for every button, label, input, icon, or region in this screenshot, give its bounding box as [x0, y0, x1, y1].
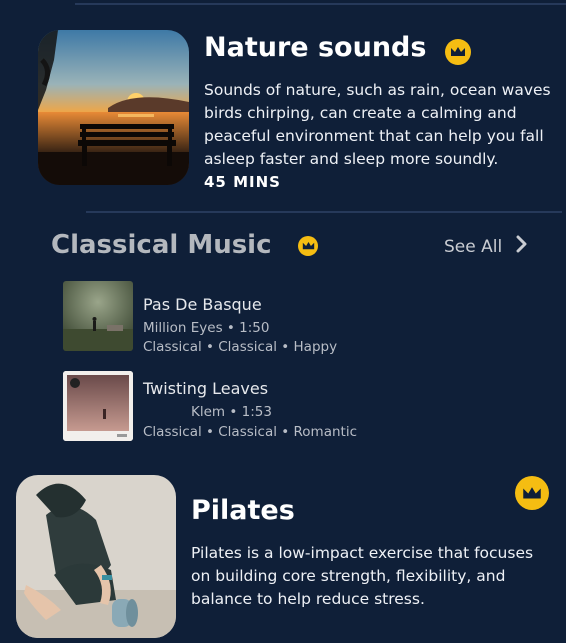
track-artist-duration: Million Eyes • 1:50	[143, 320, 270, 336]
see-all-link[interactable]: See All	[444, 235, 528, 258]
track-thumbnail	[63, 371, 133, 441]
nature-sounds-duration: 45 MINS	[204, 173, 281, 191]
chevron-right-icon	[516, 235, 528, 258]
pilates-title: Pilates	[191, 495, 295, 526]
crown-icon	[298, 236, 318, 256]
crown-icon	[515, 476, 549, 510]
classical-section-title: Classical Music	[51, 230, 272, 260]
nature-sounds-description: Sounds of nature, such as rain, ocean wa…	[204, 81, 551, 168]
nature-sounds-image	[38, 30, 189, 185]
top-divider	[75, 3, 566, 5]
pilates-image	[16, 475, 176, 638]
track-thumbnail	[63, 281, 133, 351]
see-all-label: See All	[444, 236, 503, 257]
track-artist-duration: Klem • 1:53	[191, 404, 272, 420]
nature-sounds-title: Nature sounds	[204, 32, 427, 63]
track-tags: Classical • Classical • Romantic	[143, 424, 357, 440]
crown-icon	[445, 39, 471, 65]
section-divider	[86, 211, 562, 213]
track-title: Twisting Leaves	[143, 379, 269, 398]
track-title: Pas De Basque	[143, 295, 262, 314]
pilates-description: Pilates is a low-impact exercise that fo…	[191, 544, 534, 608]
track-tags: Classical • Classical • Happy	[143, 339, 338, 355]
